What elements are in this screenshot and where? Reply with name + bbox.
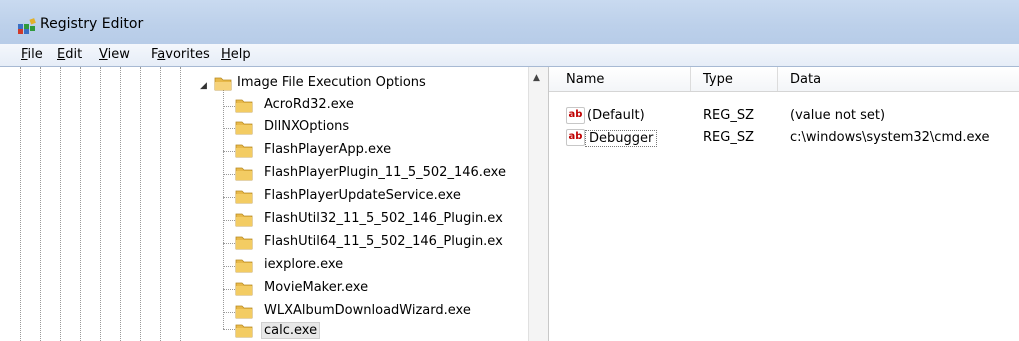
tree-guide-line xyxy=(100,67,101,341)
folder-icon xyxy=(235,305,253,319)
menu-view[interactable]: View xyxy=(99,47,130,62)
menu-edit-rest: dit xyxy=(65,47,83,62)
tree-branch-line xyxy=(223,151,235,152)
tree-branch-line xyxy=(223,329,235,330)
folder-icon xyxy=(235,99,253,113)
tree-node-label[interactable]: FlashPlayerUpdateService.exe xyxy=(264,188,461,203)
folder-icon xyxy=(235,213,253,227)
menu-file-rest: ile xyxy=(27,47,43,62)
folder-open-icon xyxy=(214,77,232,91)
tree-guide-line xyxy=(160,67,161,341)
tree-guide-line xyxy=(80,67,81,341)
tree-branch-line xyxy=(223,312,235,313)
tree-branch-line xyxy=(223,128,235,129)
column-header-type[interactable]: Type xyxy=(703,72,733,87)
menu-help[interactable]: Help xyxy=(221,47,251,62)
folder-icon xyxy=(235,282,253,296)
menu-view-rest: iew xyxy=(107,47,130,62)
menu-bar: File Edit View Favorites Help xyxy=(0,44,1019,67)
tree-guide-line xyxy=(40,67,41,341)
tree-node-label[interactable]: FlashUtil64_11_5_502_146_Plugin.ex xyxy=(264,234,503,249)
tree-branch-line xyxy=(223,106,235,107)
value-data: (value not set) xyxy=(790,108,886,123)
value-name: Debugger xyxy=(585,130,658,147)
tree-node-label-selected[interactable]: calc.exe xyxy=(261,322,321,339)
folder-icon xyxy=(235,324,253,338)
registry-editor-icon xyxy=(18,18,36,34)
list-row-selected[interactable]: ab Debugger REG_SZ c:\windows\system32\c… xyxy=(549,127,1019,149)
tree-node-label[interactable]: FlashPlayerPlugin_11_5_502_146.exe xyxy=(264,165,506,180)
tree-node-label[interactable]: FlashPlayerApp.exe xyxy=(264,142,391,157)
tree-branch-line xyxy=(223,266,235,267)
tree-branch-line xyxy=(223,197,235,198)
values-list[interactable]: Name Type Data ab (Default) REG_SZ (valu… xyxy=(549,67,1019,341)
value-type: REG_SZ xyxy=(703,130,754,145)
menu-view-mnemonic: V xyxy=(99,47,108,62)
folder-icon xyxy=(235,144,253,158)
tree-branch-line xyxy=(223,243,235,244)
tree-guide-line xyxy=(180,67,181,341)
tree-branch-line xyxy=(223,289,235,290)
column-header-data[interactable]: Data xyxy=(790,72,821,87)
tree-node-label[interactable]: MovieMaker.exe xyxy=(264,280,368,295)
value-data: c:\windows\system32\cmd.exe xyxy=(790,130,990,145)
list-row[interactable]: ab (Default) REG_SZ (value not set) xyxy=(549,105,1019,127)
tree-node-label[interactable]: WLXAlbumDownloadWizard.exe xyxy=(264,303,471,318)
tree-guide-line xyxy=(20,67,21,341)
menu-edit[interactable]: Edit xyxy=(57,47,82,62)
string-value-icon: ab xyxy=(566,107,585,124)
menu-favorites[interactable]: Favorites xyxy=(151,47,210,62)
registry-tree[interactable]: ◢ Image File Execution Options AcroRd32.… xyxy=(0,67,549,341)
folder-icon xyxy=(235,236,253,250)
window-title: Registry Editor xyxy=(40,16,144,32)
tree-branch-line xyxy=(223,174,235,175)
tree-children-line xyxy=(223,89,224,329)
column-header-name[interactable]: Name xyxy=(566,72,604,87)
menu-file[interactable]: File xyxy=(21,47,43,62)
tree-node-label[interactable]: FlashUtil32_11_5_502_146_Plugin.ex xyxy=(264,211,503,226)
title-bar: Registry Editor xyxy=(0,0,1019,44)
value-type: REG_SZ xyxy=(703,108,754,123)
menu-help-mnemonic: H xyxy=(221,47,231,62)
tree-scrollbar[interactable]: ▲ xyxy=(528,67,548,341)
column-separator[interactable] xyxy=(777,67,778,91)
value-name: (Default) xyxy=(587,108,645,123)
folder-icon xyxy=(235,190,253,204)
menu-edit-mnemonic: E xyxy=(57,47,66,62)
menu-help-rest: elp xyxy=(230,47,251,62)
tree-node-label[interactable]: DllNXOptions xyxy=(264,119,349,134)
column-separator[interactable] xyxy=(690,67,691,91)
tree-branch-line xyxy=(223,220,235,221)
string-value-icon: ab xyxy=(566,129,585,146)
tree-node-label[interactable]: AcroRd32.exe xyxy=(264,97,354,112)
tree-node-label[interactable]: iexplore.exe xyxy=(264,257,343,272)
list-header: Name Type Data xyxy=(549,67,1019,92)
folder-icon xyxy=(235,167,253,181)
scroll-up-arrow-icon[interactable]: ▲ xyxy=(533,73,540,83)
folder-icon xyxy=(235,259,253,273)
tree-guide-line xyxy=(140,67,141,341)
menu-favorites-rest: vorites xyxy=(165,47,210,62)
folder-icon xyxy=(235,121,253,135)
tree-guide-line xyxy=(60,67,61,341)
collapse-arrow-icon[interactable]: ◢ xyxy=(200,81,207,91)
tree-node-parent-label[interactable]: Image File Execution Options xyxy=(237,75,426,90)
tree-guide-line xyxy=(120,67,121,341)
